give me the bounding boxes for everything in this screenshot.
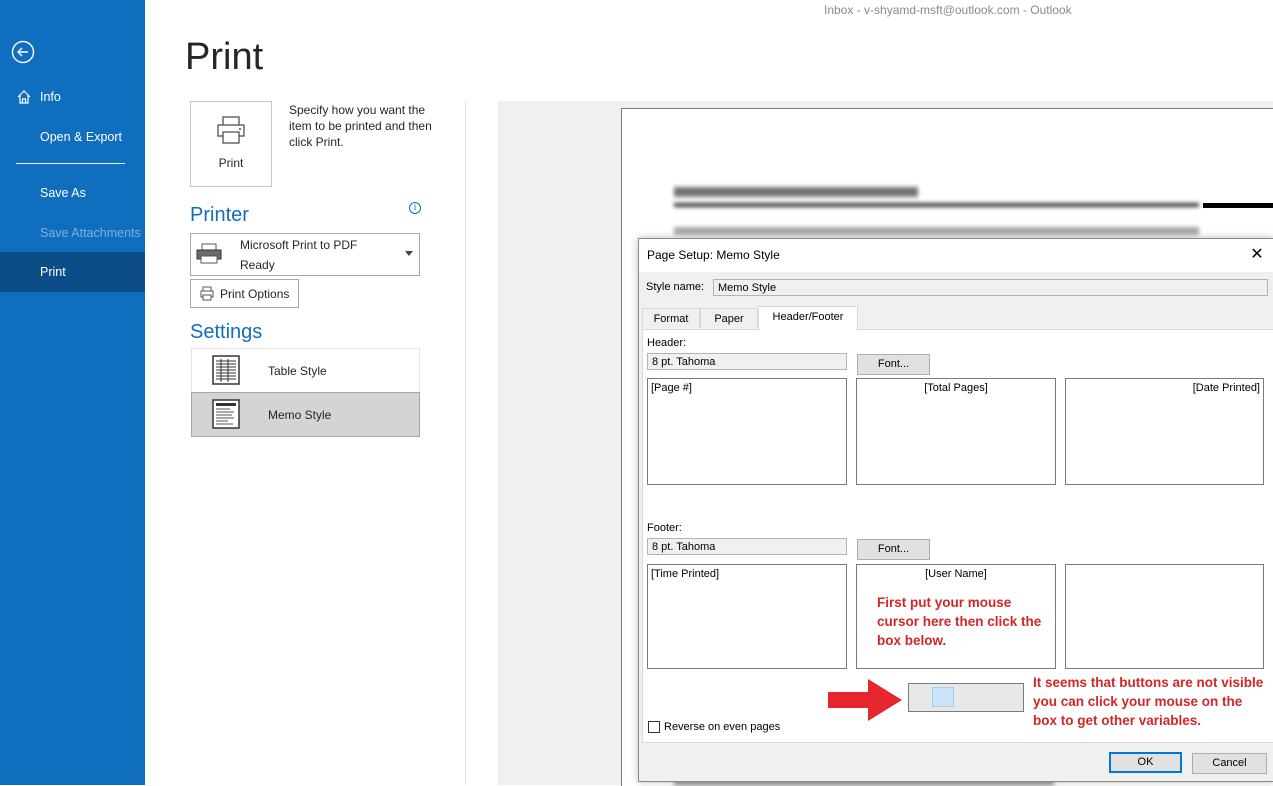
header-left-box[interactable]: [Page #]: [647, 378, 847, 485]
footer-left-box[interactable]: [Time Printed]: [647, 564, 847, 669]
print-options-button[interactable]: Print Options: [190, 279, 299, 308]
nav-separator: [16, 163, 125, 164]
print-options-icon: [200, 286, 214, 301]
tab-header-footer[interactable]: Header/Footer: [758, 306, 858, 330]
insert-variable-button[interactable]: [932, 687, 954, 707]
style-name-field[interactable]: Memo Style: [713, 279, 1268, 296]
reverse-checkbox[interactable]: [648, 721, 660, 733]
nav-item-label: Open & Export: [40, 130, 122, 144]
header-right-box[interactable]: [Date Printed]: [1065, 378, 1264, 485]
print-button[interactable]: Print: [190, 101, 272, 187]
style-item-label: Memo Style: [268, 408, 332, 422]
nav-item-save-attachments: Save Attachments: [0, 213, 145, 253]
header-left-text: [Page #]: [651, 382, 692, 394]
window-titlebar: Inbox - v-shyamd-msft@outlook.com - Outl…: [145, 0, 1273, 22]
dialog-titlebar: Page Setup: Memo Style ✕: [639, 239, 1273, 272]
redacted-text: [674, 187, 918, 197]
print-button-label: Print: [218, 156, 244, 170]
rule-line: [1203, 203, 1273, 208]
header-label: Header:: [647, 337, 687, 349]
redacted-text: [674, 227, 1199, 235]
divider: [465, 101, 466, 785]
printer-heading: Printer: [190, 204, 249, 226]
style-name-label: Style name:: [646, 281, 705, 293]
chevron-down-icon: [405, 251, 413, 256]
footer-left-text: [Time Printed]: [651, 568, 720, 580]
print-options-label: Print Options: [220, 287, 290, 301]
style-item-label: Table Style: [268, 364, 327, 378]
memo-style-icon: [212, 399, 240, 429]
header-center-box[interactable]: [Total Pages]: [856, 378, 1056, 485]
settings-heading: Settings: [190, 321, 263, 343]
footer-label: Footer:: [647, 522, 682, 534]
nav-item-save-as[interactable]: Save As: [0, 173, 145, 213]
table-style-icon: [212, 355, 240, 385]
print-description: Specify how you want the item to be prin…: [289, 103, 432, 149]
tab-paper[interactable]: Paper: [700, 308, 758, 328]
header-font-field: 8 pt. Tahoma: [647, 353, 847, 370]
style-item-table[interactable]: Table Style: [191, 348, 420, 393]
tab-format[interactable]: Format: [642, 308, 700, 328]
dialog-title: Page Setup: Memo Style: [647, 248, 780, 262]
home-icon: [17, 90, 31, 104]
nav-item-info[interactable]: Info: [0, 77, 145, 117]
backstage-nav: Info Open & Export Save As Save Attachme…: [0, 0, 145, 785]
annotation-note-2: It seems that buttons are not visible yo…: [1033, 675, 1264, 728]
cancel-button[interactable]: Cancel: [1192, 753, 1267, 774]
nav-item-label: Save Attachments: [40, 226, 141, 240]
footer-center-text: [User Name]: [925, 568, 987, 580]
footer-right-box[interactable]: [1065, 564, 1264, 669]
header-font-button[interactable]: Font...: [857, 354, 930, 375]
printer-dropdown[interactable]: Microsoft Print to PDF Ready: [190, 233, 420, 276]
nav-item-label: Save As: [40, 186, 86, 200]
printer-name: Microsoft Print to PDF: [240, 238, 358, 252]
style-item-memo[interactable]: Memo Style: [191, 392, 420, 437]
printer-status: Ready: [240, 258, 275, 272]
footer-font-button[interactable]: Font...: [857, 539, 930, 560]
page-title: Print: [185, 36, 264, 78]
nav-item-open-export[interactable]: Open & Export: [0, 117, 145, 157]
arrow-right-icon: [828, 679, 902, 721]
nav-item-label: Print: [40, 265, 66, 279]
ok-button[interactable]: OK: [1109, 752, 1182, 773]
close-icon[interactable]: ✕: [1247, 245, 1267, 265]
annotation-note-1: First put your mouse cursor here then cl…: [877, 595, 1042, 648]
printer-icon: [217, 116, 245, 144]
printer-device-icon: [196, 243, 222, 264]
nav-item-print[interactable]: Print: [0, 252, 145, 292]
footer-font-field: 8 pt. Tahoma: [647, 538, 847, 555]
header-center-text: [Total Pages]: [924, 382, 988, 394]
info-icon[interactable]: i: [409, 202, 421, 214]
redacted-text: [674, 203, 1199, 207]
nav-item-label: Info: [40, 90, 61, 104]
back-arrow-icon[interactable]: [11, 40, 35, 64]
insert-variable-buttons[interactable]: [908, 683, 1024, 712]
reverse-label: Reverse on even pages: [664, 721, 781, 733]
window-title: Inbox - v-shyamd-msft@outlook.com - Outl…: [824, 3, 1072, 17]
header-right-text: [Date Printed]: [1192, 382, 1260, 394]
